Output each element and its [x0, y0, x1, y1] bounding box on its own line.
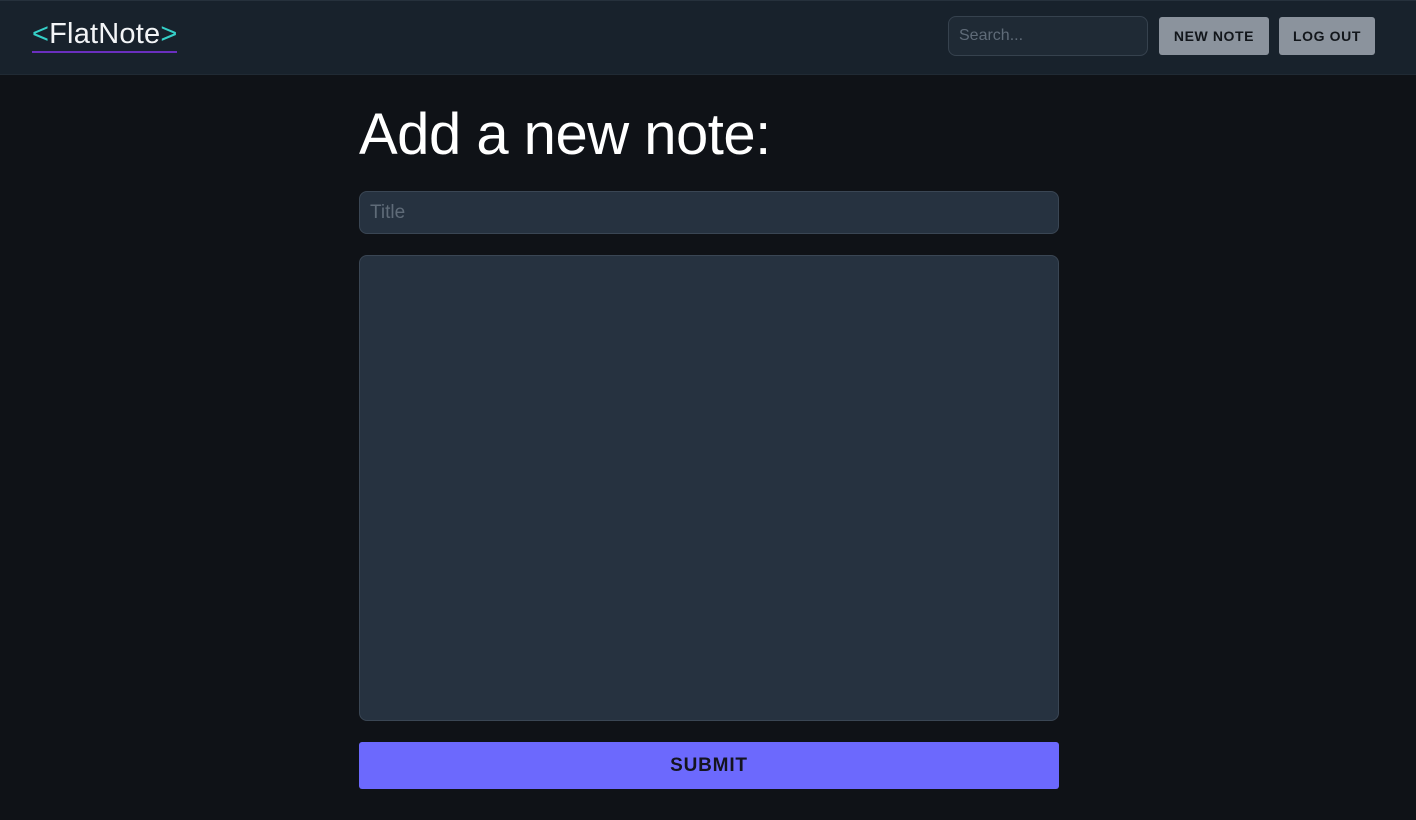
search-input[interactable] — [948, 16, 1148, 56]
logo-text: FlatNote — [49, 18, 161, 50]
logout-button[interactable]: LOG OUT — [1279, 17, 1375, 55]
logo-link[interactable]: <FlatNote> — [32, 18, 178, 53]
page-title: Add a new note: — [359, 102, 771, 167]
note-body-textarea[interactable] — [359, 255, 1059, 721]
submit-button[interactable]: SUBMIT — [359, 742, 1059, 789]
logo-close-bracket: > — [160, 18, 178, 50]
navbar: <FlatNote> NEW NOTE LOG OUT — [0, 0, 1416, 75]
new-note-button[interactable]: NEW NOTE — [1159, 17, 1269, 55]
title-input[interactable] — [359, 191, 1059, 234]
logo-open-bracket: < — [32, 18, 50, 50]
